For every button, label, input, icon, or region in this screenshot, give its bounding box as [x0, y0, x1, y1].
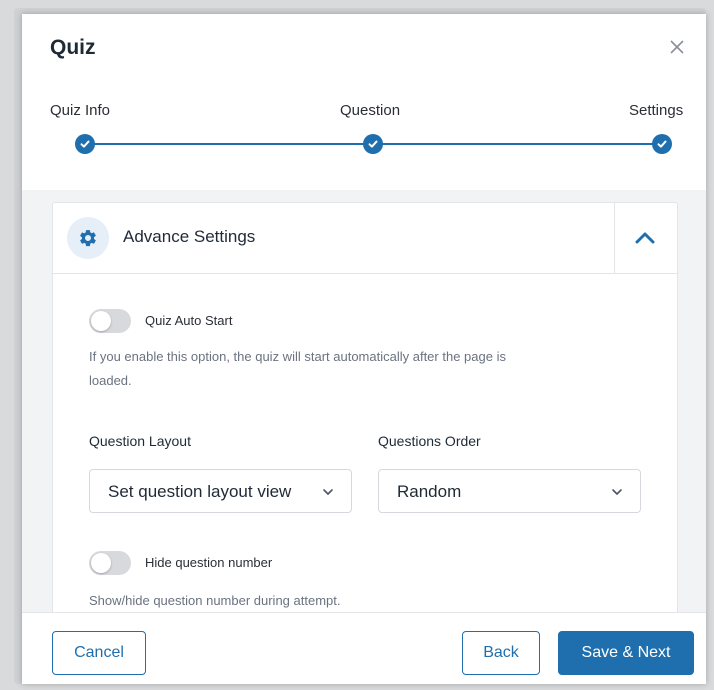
step-quiz-info[interactable]	[75, 134, 95, 154]
back-button[interactable]: Back	[462, 631, 540, 675]
question-layout-value: Set question layout view	[108, 482, 292, 501]
step-settings[interactable]	[652, 134, 672, 154]
advance-settings-panel: Advance Settings Quiz Auto Start If you …	[52, 202, 678, 612]
gear-icon-badge	[67, 217, 109, 259]
step-label-quiz-info: Quiz Info	[50, 102, 111, 119]
quiz-auto-start-label: Quiz Auto Start	[145, 313, 233, 328]
close-icon	[670, 40, 684, 54]
chevron-down-icon	[323, 489, 333, 495]
quiz-auto-start-help-line2: loaded.	[89, 373, 132, 388]
stepper: Quiz Info Question Settings	[22, 102, 706, 162]
close-button[interactable]	[666, 36, 688, 58]
modal-footer: Cancel Back Save & Next	[22, 612, 706, 684]
question-layout-select[interactable]: Set question layout view	[89, 469, 352, 513]
check-icon	[368, 140, 378, 148]
chevron-down-icon	[612, 489, 622, 495]
modal-body: Advance Settings Quiz Auto Start If you …	[22, 190, 706, 612]
advance-settings-title: Advance Settings	[123, 227, 256, 246]
questions-order-label: Questions Order	[378, 433, 481, 449]
step-label-question: Question	[340, 102, 401, 119]
quiz-auto-start-help-line1: If you enable this option, the quiz will…	[89, 349, 506, 364]
quiz-modal: Quiz Quiz Info Question Settings Advance…	[22, 14, 706, 684]
quiz-auto-start-toggle[interactable]	[89, 309, 131, 333]
toggle-knob	[91, 553, 111, 573]
question-layout-label: Question Layout	[89, 433, 191, 449]
questions-order-select[interactable]: Random	[378, 469, 641, 513]
step-question[interactable]	[363, 134, 383, 154]
questions-order-value: Random	[397, 482, 462, 501]
gear-icon	[80, 230, 96, 247]
check-icon	[657, 140, 667, 148]
step-label-settings: Settings	[629, 102, 684, 119]
chevron-up-icon	[635, 232, 655, 244]
hide-question-number-label: Hide question number	[145, 555, 273, 570]
cancel-button[interactable]: Cancel	[52, 631, 146, 675]
collapse-button[interactable]	[629, 223, 661, 253]
modal-header: Quiz Quiz Info Question Settings	[22, 14, 706, 190]
modal-title: Quiz	[50, 36, 96, 59]
save-next-button[interactable]: Save & Next	[558, 631, 694, 675]
header-divider	[614, 203, 615, 273]
advance-settings-header[interactable]: Advance Settings	[53, 203, 677, 274]
hide-question-number-help: Show/hide question number during attempt…	[89, 593, 341, 608]
check-icon	[80, 140, 90, 148]
toggle-knob	[91, 311, 111, 331]
hide-question-number-toggle[interactable]	[89, 551, 131, 575]
